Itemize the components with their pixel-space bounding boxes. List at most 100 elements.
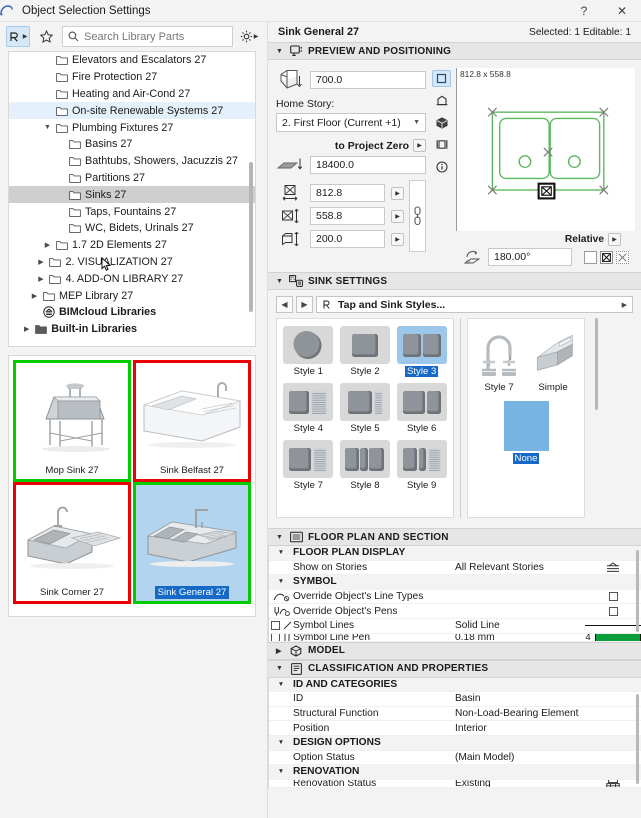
tap-style-option[interactable]: Style 7 — [476, 326, 522, 393]
project-zero-field[interactable]: 18400.0 — [310, 156, 426, 174]
anchor-custom-button[interactable] — [616, 250, 629, 264]
project-zero-popup-button[interactable]: ▶ — [413, 139, 426, 152]
library-thumbnail-grid[interactable]: Mop Sink 27 Sink Belfast 27 Sink Corner 27… — [8, 355, 256, 617]
property-group-header[interactable]: ▼ SYMBOL — [269, 575, 641, 590]
3d-view-icon[interactable] — [432, 114, 451, 131]
close-button[interactable]: ✕ — [603, 0, 641, 22]
tree-item[interactable]: ▼ Plumbing Fixtures 27 — [9, 119, 255, 136]
style-pane-scrollbar[interactable] — [595, 318, 598, 410]
chevron-right-icon[interactable]: ▶ — [35, 258, 48, 266]
chevron-right-icon[interactable]: ▶ — [622, 301, 627, 309]
info-icon[interactable] — [432, 158, 451, 175]
search-input[interactable] — [84, 30, 227, 43]
tree-item[interactable]: Taps, Fountains 27 — [9, 203, 255, 220]
search-box[interactable] — [62, 26, 233, 47]
mirror-toggle[interactable] — [584, 250, 597, 264]
width-popup-button[interactable]: ▶ — [391, 186, 404, 200]
property-control[interactable] — [585, 779, 641, 787]
tree-item[interactable]: ▶ MEP Library 27 — [9, 287, 255, 304]
tap-style-option[interactable]: None — [503, 401, 549, 464]
chevron-down-icon[interactable]: ▼ — [269, 739, 293, 746]
library-tree[interactable]: Elevators and Escalators 27 Fire Protecti… — [8, 51, 256, 347]
sink-style-option[interactable]: Style 2 — [339, 326, 392, 377]
tree-item[interactable]: Heating and Air-Cond 27 — [9, 86, 255, 103]
tree-item[interactable]: On-site Renewable Systems 27 — [9, 102, 255, 120]
proportional-link-toggle[interactable] — [409, 180, 426, 252]
home-story-select[interactable]: 2. First Floor (Current +1) ▼ — [276, 113, 426, 132]
library-thumbnail[interactable]: Sink Corner 27 — [13, 482, 131, 604]
section-header-model[interactable]: ▶ MODEL — [268, 641, 641, 660]
pen-swatch[interactable] — [594, 633, 641, 641]
property-group-header[interactable]: ▼ DESIGN OPTIONS — [269, 735, 641, 751]
chevron-right-icon[interactable]: ▶ — [20, 325, 33, 333]
checkbox[interactable] — [608, 606, 618, 616]
property-control[interactable]: 4 — [585, 633, 641, 641]
property-control[interactable] — [585, 562, 641, 573]
sink-style-option[interactable]: Style 6 — [395, 383, 448, 434]
classification-scrollbar[interactable] — [636, 693, 639, 784]
floor-plan-scrollbar[interactable] — [636, 550, 639, 632]
section-header-classification[interactable]: ▼ CLASSIFICATION AND PROPERTIES — [268, 659, 641, 678]
property-row[interactable]: Structural Function Non-Load-Bearing Elem… — [269, 706, 641, 722]
tree-item[interactable]: Sinks 27 — [9, 186, 255, 204]
property-row[interactable]: Show on Stories All Relevant Stories — [269, 560, 641, 576]
style-page-field[interactable]: Tap and Sink Styles... ▶ — [316, 296, 633, 313]
property-row[interactable]: Override Object's Line Types — [269, 589, 641, 605]
property-control[interactable] — [585, 606, 641, 616]
sink-style-option[interactable]: Style 5 — [339, 383, 392, 434]
property-row[interactable]: Renovation Status Existing — [269, 779, 641, 788]
object-preview-canvas[interactable]: 812.8 x 558.8 — [456, 68, 635, 231]
property-row[interactable]: Override Object's Pens — [269, 604, 641, 619]
relative-popup-button[interactable]: ▶ — [608, 233, 621, 246]
tree-item[interactable]: ▶ 4. ADD-ON LIBRARY 27 — [9, 270, 255, 287]
anchor-center-button[interactable] — [600, 250, 613, 264]
tree-item[interactable]: WC, Bidets, Urinals 27 — [9, 220, 255, 237]
elevation-field[interactable]: 700.0 — [310, 71, 426, 89]
tap-style-grid[interactable]: Style 7 Simple None — [467, 318, 585, 518]
depth-field[interactable]: 558.8 — [310, 207, 385, 225]
chevron-right-icon[interactable]: ▶ — [35, 275, 48, 283]
browse-library-icon[interactable]: ▶ — [6, 26, 30, 47]
tree-item[interactable]: Fire Protection 27 — [9, 69, 255, 86]
tap-style-option[interactable]: Simple — [530, 326, 576, 393]
sink-style-option[interactable]: Style 8 — [339, 440, 392, 491]
width-field[interactable]: 812.8 — [310, 184, 385, 202]
gear-icon[interactable]: ▶ — [237, 26, 261, 47]
tree-item[interactable]: BIMcloud Libraries — [9, 304, 255, 321]
star-icon[interactable] — [34, 26, 58, 47]
section-header-sink-settings[interactable]: ▼ SINK SETTINGS — [268, 272, 641, 290]
tree-item[interactable]: Partitions 27 — [9, 170, 255, 187]
side-view-icon[interactable] — [432, 136, 451, 153]
sink-style-option[interactable]: Style 7 — [282, 440, 335, 491]
rotation-angle-field[interactable]: 180.00° — [488, 248, 572, 266]
chevron-down-icon[interactable]: ▼ — [269, 549, 293, 556]
top-view-icon[interactable] — [432, 70, 451, 87]
next-page-button[interactable]: ▶ — [296, 296, 313, 313]
tree-item[interactable]: ▶ 1.7 2D Elements 27 — [9, 237, 255, 254]
sink-style-option[interactable]: Style 9 — [395, 440, 448, 491]
height-field[interactable]: 200.0 — [310, 230, 385, 248]
section-header-preview-positioning[interactable]: ▼ PREVIEW AND POSITIONING — [268, 42, 641, 60]
property-group-header[interactable]: ▼ RENOVATION — [269, 765, 641, 780]
property-control[interactable] — [585, 625, 641, 627]
sink-style-option[interactable]: Style 3 — [395, 326, 448, 377]
property-control[interactable] — [585, 592, 641, 602]
property-row[interactable]: Position Interior — [269, 721, 641, 736]
tree-item[interactable]: Bathtubs, Showers, Jacuzzis 27 — [9, 153, 255, 170]
front-view-icon[interactable] — [432, 92, 451, 109]
sink-style-option[interactable]: Style 1 — [282, 326, 335, 377]
library-thumbnail[interactable]: Mop Sink 27 — [13, 360, 131, 482]
sink-style-option[interactable]: Style 4 — [282, 383, 335, 434]
library-thumbnail[interactable]: Sink Belfast 27 — [133, 360, 251, 482]
tree-item[interactable]: ▶ Built-in Libraries — [9, 321, 255, 338]
property-row[interactable]: Option Status (Main Model) — [269, 750, 641, 766]
property-group-header[interactable]: ▼ ID AND CATEGORIES — [269, 677, 641, 693]
chevron-down-icon[interactable]: ▼ — [269, 578, 293, 585]
chevron-right-icon[interactable]: ▶ — [41, 241, 54, 249]
prev-page-button[interactable]: ◀ — [276, 296, 293, 313]
sink-style-grid[interactable]: Style 1 Style 2 Style 3 Style 4 Style 5 Style… — [276, 318, 454, 518]
tree-item[interactable]: Elevators and Escalators 27 — [9, 52, 255, 69]
height-popup-button[interactable]: ▶ — [391, 232, 404, 246]
tree-item[interactable]: Basins 27 — [9, 136, 255, 153]
preview-view-modes[interactable] — [432, 68, 452, 266]
